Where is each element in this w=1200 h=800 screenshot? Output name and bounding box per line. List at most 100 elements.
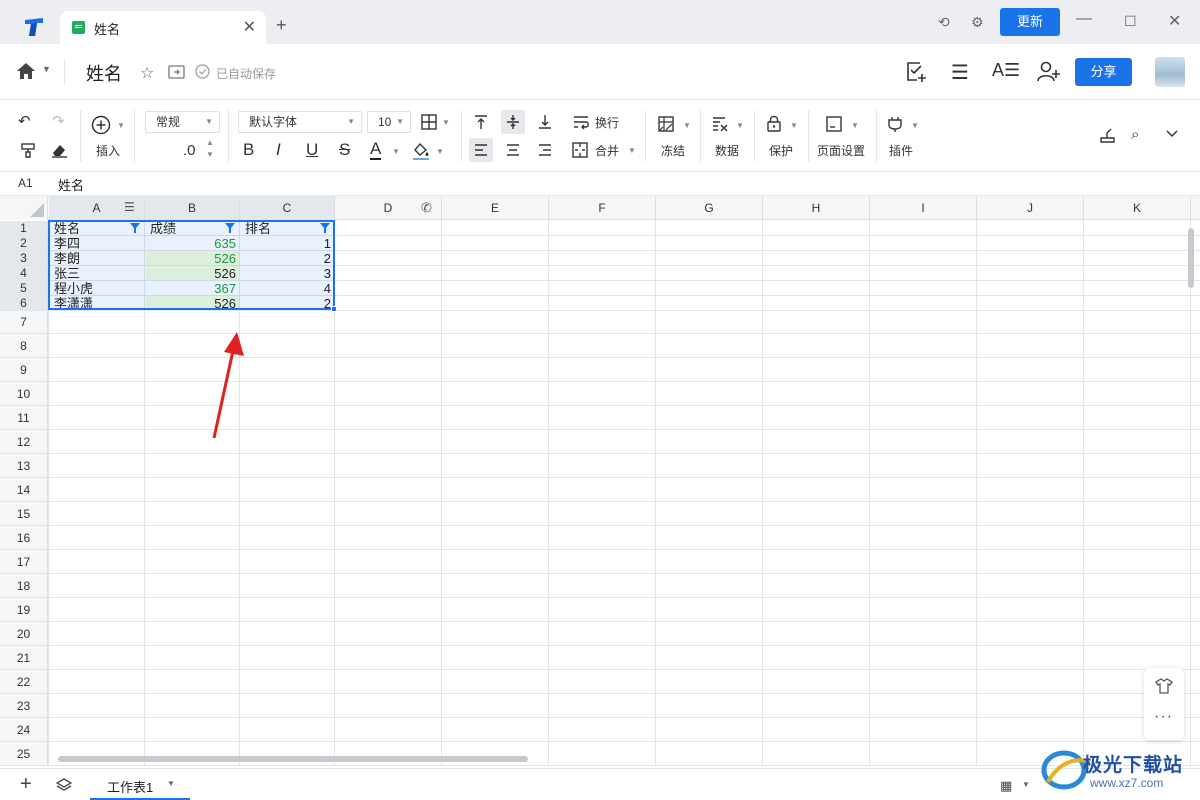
grid-view-icon[interactable]: ▦ — [1000, 778, 1012, 794]
share-button[interactable]: 分享 — [1075, 58, 1132, 86]
freeze-label[interactable]: 冻结 — [661, 142, 685, 159]
strikethrough-button[interactable]: S — [339, 140, 350, 160]
row-header[interactable]: 9 — [0, 358, 48, 382]
row-header[interactable]: 20 — [0, 622, 48, 646]
shirt-icon[interactable] — [1155, 678, 1173, 694]
page-setup-label[interactable]: 页面设置 — [817, 142, 865, 159]
column-header-j[interactable]: J — [977, 196, 1084, 220]
row-header[interactable]: 14 — [0, 478, 48, 502]
font-color-caret-icon[interactable]: ▼ — [392, 147, 400, 156]
decimal-places[interactable]: .0 — [183, 141, 196, 161]
new-tab-plus-icon[interactable]: + — [276, 15, 287, 36]
merge-caret-icon[interactable]: ▼ — [628, 146, 636, 155]
app-logo-icon[interactable] — [22, 15, 46, 39]
freeze-icon[interactable] — [658, 116, 674, 132]
spreadsheet-grid[interactable]: A B C D E F G H I J K 1 2 3 4 5 6 7 8 9 10 11 12 13 14 15 16 17 18 19… — [0, 196, 1200, 766]
page-setup-icon[interactable] — [826, 116, 842, 132]
underline-button[interactable]: U — [306, 140, 318, 160]
data-label[interactable]: 数据 — [715, 142, 739, 159]
number-format-select[interactable]: 常规 ▼ — [145, 111, 220, 133]
column-header-i[interactable]: I — [870, 196, 977, 220]
add-sheet-icon[interactable]: + — [20, 773, 32, 796]
border-caret-icon[interactable]: ▼ — [442, 118, 450, 127]
row-header[interactable]: 13 — [0, 454, 48, 478]
layers-icon[interactable] — [56, 778, 72, 792]
more-icon[interactable]: ··· — [1154, 708, 1173, 726]
close-window-icon[interactable]: ✕ — [1168, 11, 1181, 31]
format-brush-icon[interactable] — [1099, 127, 1116, 143]
row-header[interactable]: 4 — [0, 266, 48, 281]
menu-icon[interactable]: ☰ — [951, 60, 969, 85]
row-header[interactable]: 25 — [0, 742, 48, 766]
document-title[interactable]: 姓名 — [86, 60, 122, 86]
view-caret-icon[interactable]: ▼ — [1022, 780, 1030, 789]
insert-plus-icon[interactable] — [91, 115, 111, 135]
minimize-icon[interactable]: — — [1076, 10, 1092, 28]
row-header[interactable]: 22 — [0, 670, 48, 694]
maximize-icon[interactable]: ☐ — [1124, 13, 1137, 30]
row-header[interactable]: 8 — [0, 334, 48, 358]
column-header-b[interactable]: B — [145, 196, 240, 220]
home-icon[interactable] — [16, 62, 36, 80]
row-header[interactable]: 3 — [0, 251, 48, 266]
align-left-button[interactable] — [469, 138, 493, 162]
font-family-select[interactable]: 默认字体 ▼ — [238, 111, 362, 133]
border-icon[interactable] — [421, 114, 437, 130]
row-header[interactable]: 18 — [0, 574, 48, 598]
row-header[interactable]: 1 — [0, 221, 48, 236]
align-center-icon[interactable] — [505, 142, 521, 158]
lock-icon[interactable] — [767, 115, 781, 132]
plugins-label[interactable]: 插件 — [889, 142, 913, 159]
sheet-tab-caret-icon[interactable]: ▼ — [167, 779, 175, 788]
data-caret-icon[interactable]: ▼ — [736, 121, 744, 130]
avatar[interactable] — [1155, 57, 1185, 87]
row-header[interactable]: 2 — [0, 236, 48, 251]
row-header[interactable]: 23 — [0, 694, 48, 718]
column-filter-list-icon[interactable]: ☰ — [124, 200, 135, 215]
collapse-chevron-icon[interactable] — [1166, 130, 1178, 138]
undo-icon[interactable]: ↶ — [18, 112, 31, 132]
row-header[interactable]: 12 — [0, 430, 48, 454]
decimal-up-icon[interactable]: ▲ — [206, 138, 214, 147]
decimal-down-icon[interactable]: ▼ — [206, 150, 214, 159]
eraser-icon[interactable] — [51, 142, 68, 158]
column-header-f[interactable]: F — [549, 196, 656, 220]
column-header-g[interactable]: G — [656, 196, 763, 220]
data-icon[interactable] — [712, 116, 729, 132]
document-tab[interactable]: 姓名 ✕ — [60, 11, 266, 44]
row-header[interactable]: 11 — [0, 406, 48, 430]
insert-caret-icon[interactable]: ▼ — [117, 121, 125, 130]
sync-icon[interactable]: ⟲ — [938, 14, 950, 31]
row-header[interactable]: 19 — [0, 598, 48, 622]
fill-color-icon[interactable] — [412, 141, 430, 161]
align-bottom-icon[interactable] — [537, 114, 553, 130]
settings-gear-icon[interactable]: ⚙ — [971, 14, 984, 31]
protect-caret-icon[interactable]: ▼ — [790, 121, 798, 130]
plugin-icon[interactable] — [887, 116, 903, 132]
row-header[interactable]: 6 — [0, 296, 48, 311]
insert-label[interactable]: 插入 — [96, 142, 120, 159]
row-header[interactable]: 10 — [0, 382, 48, 406]
column-header-k[interactable]: K — [1084, 196, 1191, 220]
update-button[interactable]: 更新 — [1000, 8, 1060, 36]
vertical-scrollbar[interactable] — [1188, 228, 1194, 288]
add-user-icon[interactable] — [1037, 61, 1061, 83]
page-setup-caret-icon[interactable]: ▼ — [851, 121, 859, 130]
star-icon[interactable]: ☆ — [140, 63, 154, 83]
freeze-caret-icon[interactable]: ▼ — [683, 121, 691, 130]
row-header[interactable]: 5 — [0, 281, 48, 296]
fill-handle[interactable] — [331, 306, 337, 312]
select-all-corner[interactable] — [0, 196, 48, 220]
row-header[interactable]: 24 — [0, 718, 48, 742]
move-icon[interactable] — [168, 65, 185, 79]
text-format-icon[interactable]: A☰ — [992, 60, 1020, 81]
row-header[interactable]: 17 — [0, 550, 48, 574]
wrap-icon[interactable] — [572, 114, 590, 130]
row-header[interactable]: 21 — [0, 646, 48, 670]
cell-reference[interactable]: A1 — [18, 176, 33, 190]
phone-icon[interactable]: ✆ — [421, 200, 432, 215]
search-icon[interactable]: ⌕ — [1131, 125, 1139, 145]
column-header-e[interactable]: E — [442, 196, 549, 220]
bold-button[interactable]: B — [243, 140, 254, 160]
format-painter-icon[interactable] — [20, 142, 36, 158]
